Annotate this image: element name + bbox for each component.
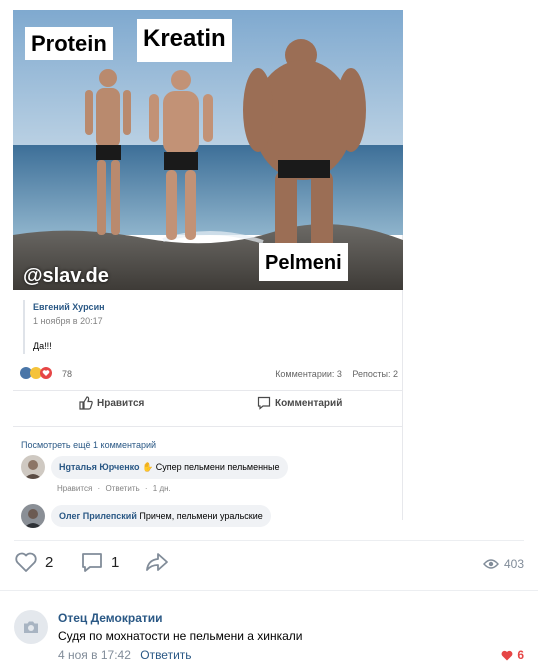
comment-item: Нgталья Юрченко ✋ Супер пельмени пельмен… (21, 455, 288, 479)
repost-block: Евгений Хурсин 1 ноября в 20:17 Да!!! (23, 300, 393, 354)
avatar-image (21, 455, 45, 479)
comment-text: Причем, пельмени уральские (136, 511, 263, 521)
reply-like-button[interactable]: 6 (501, 648, 524, 662)
heart-outline-icon (15, 552, 37, 572)
views-count: 403 (503, 557, 524, 571)
comment-icon (82, 553, 102, 572)
divider (0, 590, 538, 591)
reply-like-count: 6 (517, 648, 524, 662)
post-footer: 2 1 403 (14, 551, 524, 579)
comment-icon (257, 396, 271, 410)
heart-filled-icon (501, 650, 513, 660)
avatar[interactable] (14, 610, 48, 644)
reply-meta: 4 ноя в 17:42 Ответить (58, 648, 192, 662)
reply-button[interactable]: Ответить (140, 648, 191, 662)
repost-author[interactable]: Евгений Хурсин (33, 302, 393, 312)
wave-hand-icon: ✋ (142, 461, 154, 472)
comment-like-link[interactable]: Нравится (57, 484, 92, 493)
camera-icon (24, 621, 38, 633)
footer-comment-button[interactable]: 1 (80, 551, 119, 573)
meme-image: Protein Kreatin Pelmeni @slav.de (13, 10, 403, 290)
eye-icon (483, 559, 499, 569)
reactions-icon[interactable] (20, 366, 60, 380)
footer-like-count: 2 (45, 553, 54, 571)
dot-separator: · (144, 484, 148, 493)
reply-author[interactable]: Отец Демократии (58, 611, 163, 625)
avatar[interactable] (21, 504, 45, 528)
avatar-image (21, 504, 45, 528)
comment-label: Комментарий (275, 397, 343, 409)
meme-label-kreatin: Kreatin (137, 19, 232, 62)
comment-meta: Нравится · Ответить · 1 дн. (57, 484, 174, 493)
comment-author[interactable]: Нgталья Юрченко (59, 462, 140, 472)
views-counter: 403 (483, 551, 524, 577)
footer-like-button[interactable]: 2 (14, 551, 53, 573)
reposts-count[interactable]: Репосты: 2 (352, 369, 398, 379)
reply-date[interactable]: 4 ноя в 17:42 (58, 648, 131, 662)
divider (14, 540, 524, 541)
comment-bubble: Нgталья Юрченко ✋ Супер пельмени пельмен… (51, 455, 288, 479)
stats-right: Комментарии: 3 Репосты: 2 (267, 369, 398, 379)
footer-comment-count: 1 (111, 553, 120, 571)
repost-text: Да!!! (33, 341, 52, 351)
comment-time: 1 дн. (152, 484, 171, 493)
comment-author[interactable]: Олег Прилепский (59, 511, 137, 521)
comment-bubble: Олег Прилепский Причем, пельмени уральск… (51, 505, 271, 527)
share-icon (146, 553, 168, 571)
like-button[interactable]: Нравится (79, 396, 144, 410)
reactions-count: 78 (62, 369, 73, 379)
post-stats: 78 Комментарии: 3 Репосты: 2 (20, 366, 398, 382)
meme-watermark: @slav.de (23, 265, 109, 287)
thumbs-up-icon (79, 396, 93, 410)
footer-share-button[interactable] (144, 551, 170, 573)
comment-reply-link[interactable]: Ответить (105, 484, 139, 493)
divider (13, 426, 403, 427)
like-label: Нравится (97, 397, 145, 409)
embedded-post-screenshot: Protein Kreatin Pelmeni @slav.de Евгений… (13, 10, 403, 528)
avatar[interactable] (21, 455, 45, 479)
comments-count[interactable]: Комментарии: 3 (275, 369, 342, 379)
comment-button[interactable]: Комментарий (257, 396, 342, 410)
meme-label-pelmeni: Pelmeni (259, 243, 348, 281)
post-actions: Нравится Комментарий (13, 396, 403, 416)
comment-text: Супер пельмени пельменные (155, 461, 280, 472)
reply-comment: Отец Демократии Судя по мохнатости не пе… (14, 608, 530, 664)
meme-label-protein: Protein (25, 27, 113, 60)
divider (13, 390, 403, 391)
comment-item: Олег Прилепский Причем, пельмени уральск… (21, 504, 271, 528)
reply-text: Судя по мохнатости не пельмени а хинкали (58, 629, 303, 643)
dot-separator: · (97, 484, 101, 493)
more-comments-link[interactable]: Посмотреть ещё 1 комментарий (21, 440, 156, 450)
repost-date[interactable]: 1 ноября в 20:17 (33, 316, 393, 326)
